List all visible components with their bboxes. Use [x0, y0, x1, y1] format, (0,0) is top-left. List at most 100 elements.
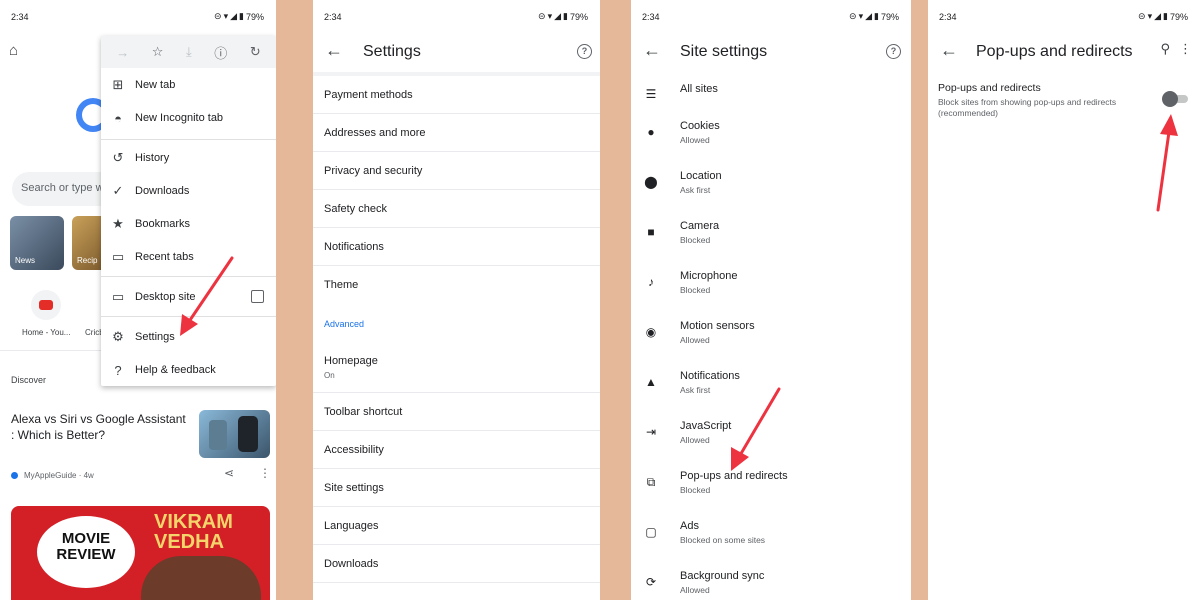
info-icon[interactable]: ⓘ — [214, 43, 227, 62]
settings-item-privacy-security[interactable]: Privacy and security — [313, 152, 600, 190]
article-thumbnail[interactable] — [199, 410, 270, 458]
site-item-javascript[interactable]: ⇥ JavaScript Allowed — [631, 420, 911, 470]
site-item-label: Motion sensors — [680, 320, 755, 332]
settings-item-accessibility[interactable]: Accessibility — [313, 431, 600, 469]
help-icon: ? — [114, 362, 122, 378]
help-icon[interactable]: ? — [577, 44, 592, 59]
site-item-sub: Allowed — [680, 585, 710, 595]
battery-icon: ▮ — [563, 11, 568, 21]
gear-icon: ⚙ — [112, 329, 124, 344]
settings-item-downloads[interactable]: Downloads — [313, 545, 600, 583]
site-item-microphone[interactable]: ♪ Microphone Blocked — [631, 270, 911, 320]
page-title: Site settings — [680, 43, 768, 60]
settings-item-toolbar-shortcut[interactable]: Toolbar shortcut — [313, 393, 600, 431]
settings-item-label: Payment methods — [324, 89, 413, 101]
menu-item-bookmarks[interactable]: ★ Bookmarks — [101, 209, 276, 239]
source-logo-icon — [11, 472, 18, 479]
menu-toolbar: → ☆ ⤓ ⓘ ↻ — [101, 36, 276, 68]
tile-label: News — [15, 256, 36, 265]
help-icon[interactable]: ? — [886, 44, 901, 59]
wifi-icon: ▾ — [1147, 11, 1153, 21]
desktop-site-checkbox[interactable] — [251, 290, 264, 303]
setting-description: Block sites from showing pop-ups and red… — [938, 97, 1117, 118]
setting-title: Pop-ups and redirects — [938, 82, 1041, 94]
status-bar: 2:34 ⊝ ▾ ◢ ▮ 79% — [313, 0, 600, 32]
site-item-camera[interactable]: ■ Camera Blocked — [631, 220, 911, 270]
battery-level: 79% — [245, 11, 264, 22]
site-item-location[interactable]: ⬤ Location Ask first — [631, 170, 911, 220]
settings-item-site-settings[interactable]: Site settings — [313, 469, 600, 507]
menu-item-label: Recent tabs — [135, 251, 194, 263]
settings-item-homepage[interactable]: Homepage On — [313, 345, 600, 393]
menu-item-label: Help & feedback — [135, 364, 216, 376]
site-item-popups-redirects[interactable]: ⧉ Pop-ups and redirects Blocked — [631, 470, 911, 520]
site-item-sub: Allowed — [680, 135, 710, 145]
settings-item-payment-methods[interactable]: Payment methods — [313, 76, 600, 114]
site-item-ads[interactable]: ▢ Ads Blocked on some sites — [631, 520, 911, 570]
status-bar: 2:34 ⊝ ▾ ◢ ▮ 79% — [0, 0, 276, 32]
settings-item-safety-check[interactable]: Safety check — [313, 190, 600, 228]
home-icon[interactable]: ⌂ — [9, 42, 18, 59]
battery-icon: ▮ — [874, 11, 879, 21]
back-arrow-icon[interactable]: ← — [940, 40, 958, 61]
back-arrow-icon[interactable]: ← — [325, 40, 343, 61]
menu-item-desktop-site[interactable]: ▭ Desktop site — [101, 282, 276, 312]
dnd-icon: ⊝ — [538, 11, 546, 21]
back-arrow-icon[interactable]: ← — [643, 40, 661, 61]
site-item-sub: Ask first — [680, 185, 711, 195]
menu-item-settings[interactable]: ⚙ Settings — [101, 322, 276, 352]
settings-item-addresses[interactable]: Addresses and more — [313, 114, 600, 152]
shortcut-label-youtube: Home - You... — [22, 328, 71, 337]
menu-item-label: History — [135, 152, 170, 164]
menu-item-label: Downloads — [135, 185, 190, 197]
status-time: 2:34 — [11, 12, 29, 22]
menu-item-help-feedback[interactable]: ? Help & feedback — [101, 355, 276, 385]
settings-item-notifications[interactable]: Notifications — [313, 228, 600, 266]
article-source-text: MyAppleGuide · 4w — [24, 471, 94, 480]
site-item-notifications[interactable]: ▲ Notifications Ask first — [631, 370, 911, 420]
section-header-advanced: Advanced — [324, 319, 365, 329]
menu-item-recent-tabs[interactable]: ▭ Recent tabs — [101, 242, 276, 272]
site-item-label: Pop-ups and redirects — [680, 470, 788, 482]
status-time: 2:34 — [642, 12, 660, 22]
wifi-icon: ▾ — [547, 11, 553, 21]
wifi-icon: ▾ — [858, 11, 864, 21]
more-vert-icon[interactable]: ⋮ — [1179, 41, 1192, 57]
battery-level: 79% — [880, 11, 899, 22]
download-check-icon: ✓ — [112, 183, 124, 198]
download-icon[interactable]: ⤓ — [186, 44, 192, 60]
settings-item-languages[interactable]: Languages — [313, 507, 600, 545]
page-title: Settings — [363, 43, 421, 60]
site-item-background-sync[interactable]: ⟳ Background sync Allowed — [631, 570, 911, 600]
settings-item-label: Notifications — [324, 241, 384, 253]
tile-label: Recip — [77, 256, 98, 265]
share-icon[interactable]: ⋖ — [224, 466, 234, 480]
settings-item-label: Toolbar shortcut — [324, 406, 403, 418]
motion-sensor-icon: ◉ — [645, 325, 657, 339]
site-item-motion-sensors[interactable]: ◉ Motion sensors Allowed — [631, 320, 911, 370]
site-item-label: Background sync — [680, 570, 765, 582]
more-vert-icon[interactable]: ⋮ — [259, 466, 271, 480]
movie-poster-face — [141, 556, 261, 600]
popups-toggle-thumb[interactable] — [1162, 91, 1178, 107]
menu-item-new-incognito-tab[interactable]: ◓ New Incognito tab — [101, 103, 276, 133]
menu-item-new-tab[interactable]: ⊞ New tab — [101, 70, 276, 100]
cookie-icon: ● — [647, 125, 655, 139]
site-item-sub: Blocked — [680, 235, 711, 245]
search-icon[interactable]: ⚲ — [1160, 41, 1170, 57]
article-title[interactable]: Alexa vs Siri vs Google Assistant : Whic… — [11, 411, 191, 443]
site-item-cookies[interactable]: ● Cookies Allowed — [631, 120, 911, 170]
bookmark-star-icon[interactable]: ☆ — [152, 44, 164, 60]
site-item-label: Ads — [680, 520, 699, 532]
tile-news[interactable]: News — [10, 216, 64, 270]
refresh-icon[interactable]: ↻ — [250, 44, 261, 60]
menu-item-downloads[interactable]: ✓ Downloads — [101, 176, 276, 206]
menu-divider — [101, 139, 276, 140]
signal-icon: ◢ — [865, 11, 873, 21]
movie-card-image[interactable]: MOVIE REVIEW VIKRAM VEDHA — [11, 506, 270, 600]
youtube-shortcut-icon[interactable] — [31, 290, 61, 320]
forward-icon[interactable]: → — [116, 45, 129, 60]
menu-item-history[interactable]: ↺ History — [101, 143, 276, 173]
menu-item-label: Settings — [135, 331, 175, 343]
settings-item-theme[interactable]: Theme — [313, 266, 600, 304]
